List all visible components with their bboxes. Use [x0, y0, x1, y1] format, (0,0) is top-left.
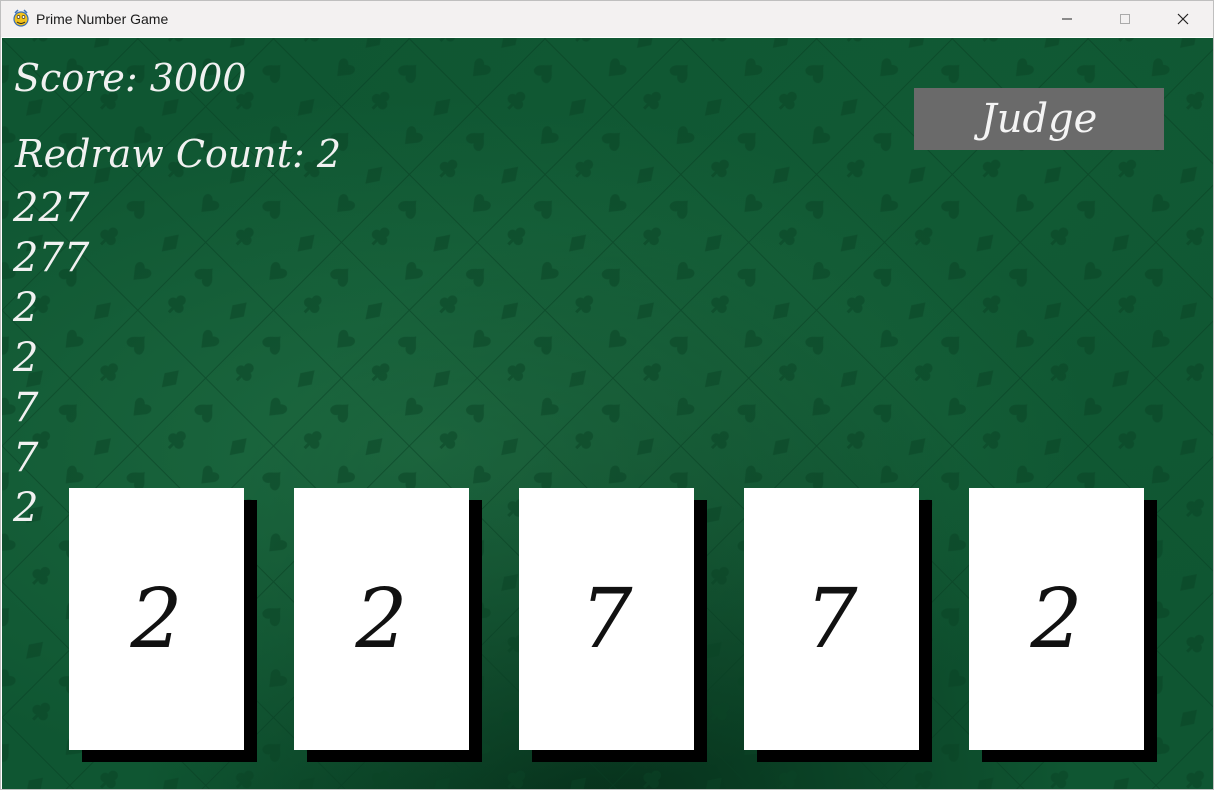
- card-1[interactable]: 2: [69, 488, 244, 750]
- minimize-button[interactable]: [1038, 1, 1096, 37]
- history-item: 7: [13, 435, 39, 481]
- maximize-icon: [1120, 14, 1130, 24]
- history-item: 277: [13, 235, 90, 281]
- judge-button[interactable]: Judge: [914, 88, 1164, 150]
- game-board: Score: 3000 Redraw Count: 2 227 277 2 2 …: [2, 38, 1213, 789]
- maximize-button[interactable]: [1096, 1, 1154, 37]
- card-4[interactable]: 7: [744, 488, 919, 750]
- redraw-count-label: Redraw Count: 2: [15, 132, 342, 176]
- minimize-icon: [1062, 18, 1072, 20]
- window-title: Prime Number Game: [36, 11, 169, 27]
- history-item: 7: [13, 385, 39, 431]
- history-item: 227: [13, 185, 90, 231]
- game-window: Prime Number Game Score: 3000 Redraw Cou…: [0, 0, 1214, 790]
- score-label: Score: 3000: [14, 56, 247, 100]
- history-item: 2: [13, 335, 39, 381]
- card-5[interactable]: 2: [969, 488, 1144, 750]
- close-icon: [1177, 13, 1189, 25]
- pygame-snake-icon: [11, 8, 31, 28]
- card-2[interactable]: 2: [294, 488, 469, 750]
- history-item: 2: [13, 285, 39, 331]
- card-3[interactable]: 7: [519, 488, 694, 750]
- number-history: 227 277 2 2 7 7 2: [13, 183, 89, 533]
- title-bar: Prime Number Game: [1, 1, 1213, 37]
- close-button[interactable]: [1154, 1, 1212, 37]
